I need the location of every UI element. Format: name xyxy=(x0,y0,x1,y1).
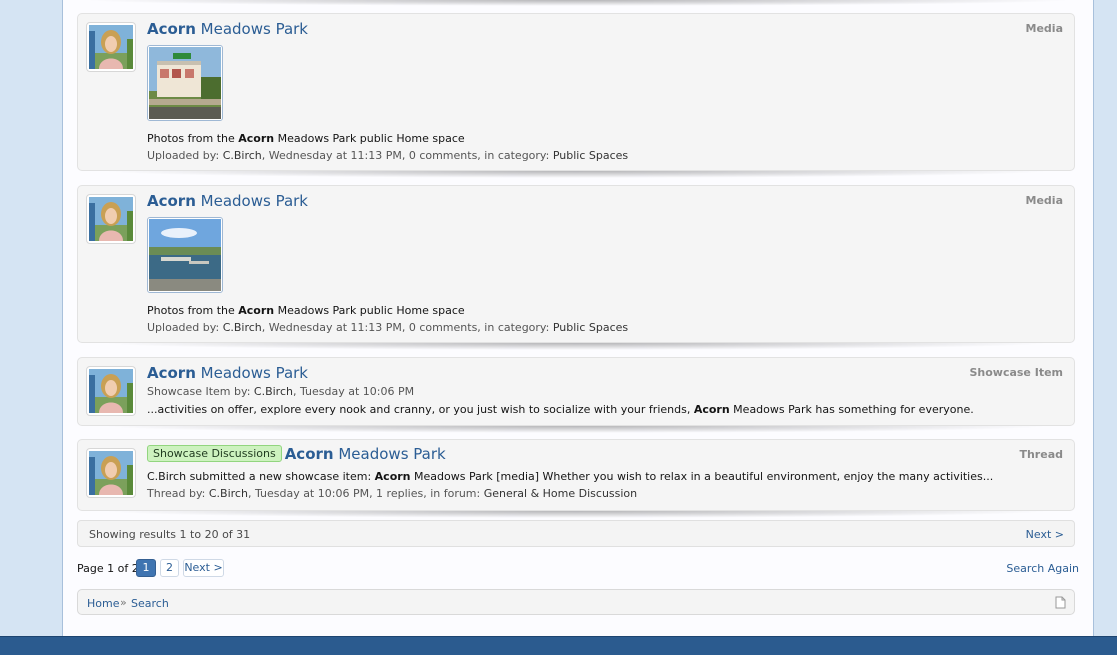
avatar[interactable] xyxy=(86,22,136,72)
avatar[interactable] xyxy=(86,194,136,244)
category-link[interactable]: Public Spaces xyxy=(553,321,628,334)
result-meta: Thread by: C.Birch, Tuesday at 10:06 PM,… xyxy=(147,487,638,500)
content-page: Acorn Meadows Park Media Photos from the… xyxy=(62,0,1094,636)
result-snippet: Photos from the Acorn Meadows Park publi… xyxy=(147,304,465,317)
page-1-button[interactable]: 1 xyxy=(136,559,156,577)
forum-link[interactable]: General & Home Discussion xyxy=(484,487,637,500)
content-type-label: Thread xyxy=(1019,448,1063,461)
pager-next-button[interactable]: Next > xyxy=(183,559,224,577)
result-title-link[interactable]: Showcase Discussions Acorn Meadows Park xyxy=(147,445,446,463)
search-result-media-2: Acorn Meadows Park Media Photos from the… xyxy=(77,185,1075,350)
building-photo-icon xyxy=(149,47,221,119)
search-result-showcase: Acorn Meadows Park Showcase Item Showcas… xyxy=(77,357,1075,433)
breadcrumb-search[interactable]: Search xyxy=(131,597,169,610)
result-meta: Uploaded by: C.Birch, Wednesday at 11:13… xyxy=(147,321,629,334)
result-snippet: C.Birch submitted a new showcase item: A… xyxy=(147,470,994,483)
content-type-label: Media xyxy=(1025,22,1063,35)
pond-photo-icon xyxy=(149,219,221,291)
breadcrumb-separator: » xyxy=(120,596,127,609)
result-title-link[interactable]: Acorn Meadows Park xyxy=(147,20,308,38)
footer-bar xyxy=(0,636,1117,655)
media-thumbnail[interactable] xyxy=(147,217,223,293)
search-result-media-1: Acorn Meadows Park Media Photos from the… xyxy=(77,13,1075,178)
result-snippet: Photos from the Acorn Meadows Park publi… xyxy=(147,132,465,145)
breadcrumb-home[interactable]: Home xyxy=(87,597,119,610)
user-avatar-icon xyxy=(89,369,133,413)
user-avatar-icon xyxy=(89,197,133,241)
content-type-label: Media xyxy=(1025,194,1063,207)
result-meta: Showcase Item by: C.Birch, Tuesday at 10… xyxy=(147,385,415,398)
next-results-link[interactable]: Next > xyxy=(1026,528,1064,541)
result-title-link[interactable]: Acorn Meadows Park xyxy=(147,364,308,382)
category-link[interactable]: Public Spaces xyxy=(553,149,628,162)
page-label: Page 1 of 2 xyxy=(77,562,139,575)
user-avatar-icon xyxy=(89,25,133,69)
username-link[interactable]: C.Birch xyxy=(254,385,293,398)
results-count: Showing results 1 to 20 of 31 xyxy=(89,528,251,541)
page-2-button[interactable]: 2 xyxy=(160,559,179,577)
breadcrumb: Home » Search xyxy=(77,589,1075,615)
result-meta: Uploaded by: C.Birch, Wednesday at 11:13… xyxy=(147,149,629,162)
results-summary-bar: Showing results 1 to 20 of 31 Next > xyxy=(77,520,1075,547)
avatar[interactable] xyxy=(86,366,136,416)
user-avatar-icon xyxy=(89,451,133,495)
thread-prefix-badge[interactable]: Showcase Discussions xyxy=(147,445,282,462)
result-title-link[interactable]: Acorn Meadows Park xyxy=(147,192,308,210)
media-thumbnail[interactable] xyxy=(147,45,223,121)
content-type-label: Showcase Item xyxy=(969,366,1063,379)
username-link[interactable]: C.Birch xyxy=(223,321,262,334)
search-result-thread: Showcase Discussions Acorn Meadows Park T… xyxy=(77,439,1075,518)
result-snippet: ...activities on offer, explore every no… xyxy=(147,403,974,416)
previous-result-shadow xyxy=(79,0,1077,6)
username-link[interactable]: C.Birch xyxy=(223,149,262,162)
search-again-link[interactable]: Search Again xyxy=(1006,562,1079,575)
username-link[interactable]: C.Birch xyxy=(209,487,248,500)
avatar[interactable] xyxy=(86,448,136,498)
page-icon[interactable] xyxy=(1055,596,1066,612)
